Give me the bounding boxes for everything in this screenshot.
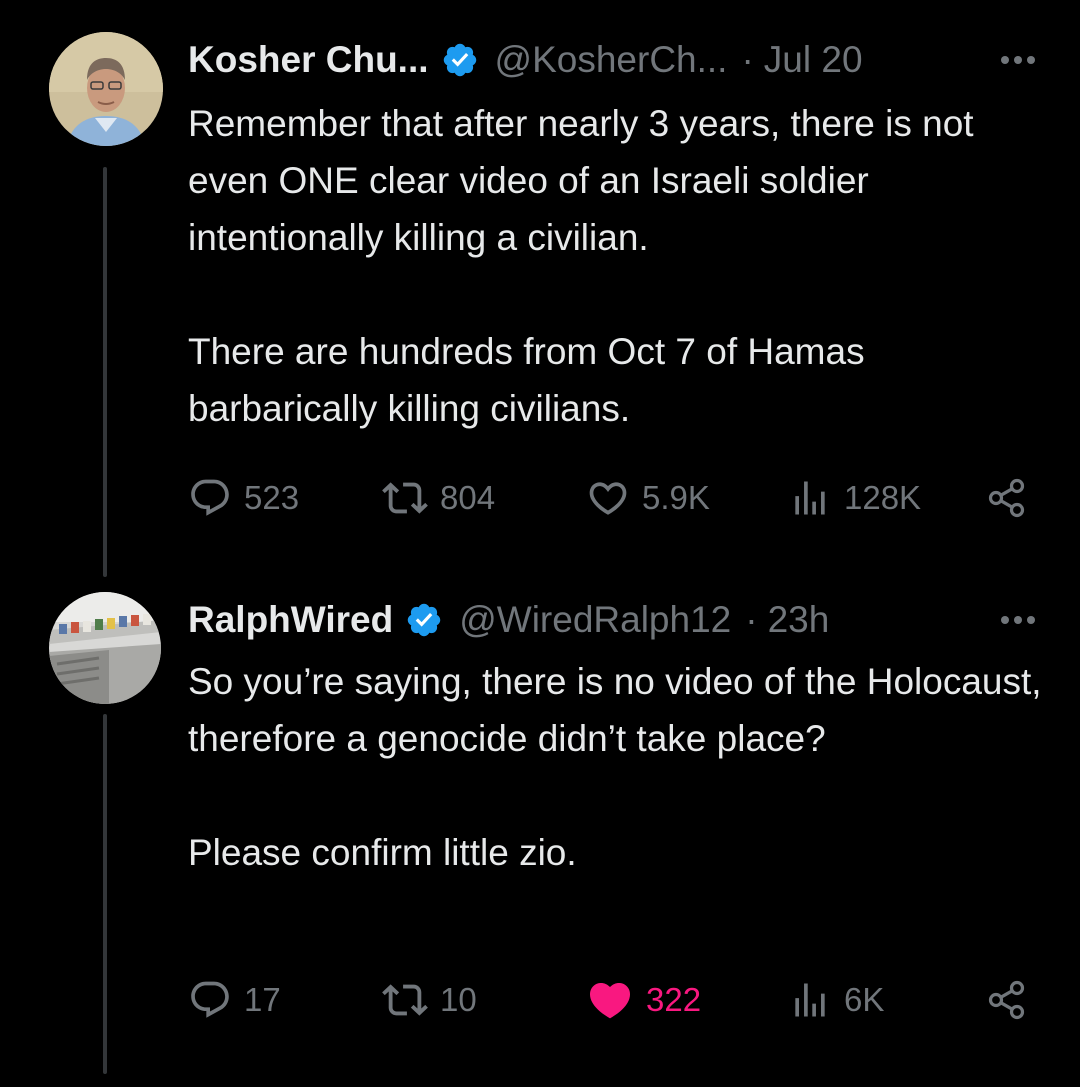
tweet-paragraph: So you’re saying, there is no video of t… [188,661,1042,759]
tweet-header: Kosher Chu... @KosherCh... · Jul 20 [188,34,1040,86]
like-count: 322 [646,981,702,1018]
like-icon [589,482,627,515]
like-button[interactable]: 322 [586,970,701,1030]
thread-line [103,714,107,1074]
tweet-paragraph: Please confirm little zio. [188,832,577,873]
action-bar: 17 10 322 6K [188,970,1038,1030]
share-button[interactable] [986,468,1030,528]
verified-badge-icon [408,603,441,637]
reply-button[interactable]: 523 [188,468,299,528]
tweet-text: So you’re saying, there is no video of t… [188,653,1048,881]
timestamp[interactable]: Jul 20 [764,39,863,81]
verified-badge-icon [443,43,476,77]
like-count: 5.9K [642,479,710,516]
avatar-photo-icon [49,32,163,146]
reply-count: 523 [244,479,300,516]
repost-icon [382,482,428,514]
views-count: 128K [844,479,922,516]
share-icon [988,478,1025,518]
reply-count: 17 [244,981,281,1018]
timestamp[interactable]: 23h [768,599,830,641]
views-icon [795,983,825,1017]
views-count: 6K [844,981,885,1018]
like-icon [589,983,631,1019]
tweet-ralphwired[interactable]: RalphWired @WiredRalph12 · 23h So you’re… [0,580,1080,1087]
share-button[interactable] [986,970,1030,1030]
action-bar: 523 804 5.9K 128K [188,468,1038,528]
views-icon [795,481,825,515]
repost-icon [382,984,428,1016]
avatar[interactable] [49,592,161,704]
repost-count: 804 [440,479,496,516]
separator-dot: · [741,39,754,80]
thread-line [103,167,107,577]
tweet-kosher[interactable]: Kosher Chu... @KosherCh... · Jul 20 Reme… [0,0,1080,580]
more-icon[interactable] [996,600,1040,640]
avatar-photo-icon [49,592,161,704]
tweet-text: Remember that after nearly 3 years, ther… [188,95,1048,437]
thread-view: Kosher Chu... @KosherCh... · Jul 20 Reme… [0,0,1080,1087]
reply-icon [191,981,229,1018]
tweet-paragraph: Remember that after nearly 3 years, ther… [188,103,974,258]
more-icon[interactable] [996,40,1040,80]
views-button[interactable]: 128K [788,468,921,528]
views-button[interactable]: 6K [788,970,884,1030]
display-name[interactable]: RalphWired [188,599,393,641]
handle[interactable]: @KosherCh... [495,39,728,81]
reply-icon [191,479,229,516]
handle[interactable]: @WiredRalph12 [459,599,731,641]
share-icon [988,980,1025,1020]
repost-button[interactable]: 10 [382,970,477,1030]
repost-button[interactable]: 804 [382,468,495,528]
reply-button[interactable]: 17 [188,970,281,1030]
separator-dot: · [745,599,758,640]
display-name[interactable]: Kosher Chu... [188,39,429,81]
tweet-paragraph: There are hundreds from Oct 7 of Hamas b… [188,331,865,429]
like-button[interactable]: 5.9K [586,468,710,528]
tweet-header: RalphWired @WiredRalph12 · 23h [188,594,1040,646]
avatar[interactable] [49,32,163,146]
repost-count: 10 [440,981,477,1018]
